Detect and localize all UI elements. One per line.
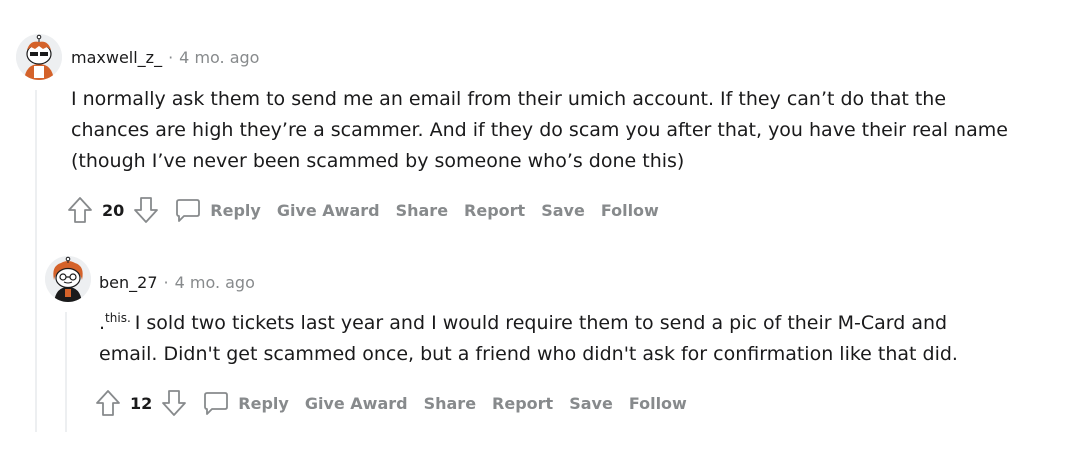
give-award-button[interactable]: Give Award <box>297 387 416 419</box>
meta-separator: · <box>163 273 169 292</box>
thread-line-2[interactable] <box>65 312 67 432</box>
comment-body: I normally ask them to send me an email … <box>71 84 1008 177</box>
give-award-button[interactable]: Give Award <box>269 194 388 226</box>
username[interactable]: ben_27 <box>99 273 158 292</box>
report-button[interactable]: Report <box>456 194 533 226</box>
vote-score: 20 <box>102 200 125 220</box>
comment-body-line: email. Didn't get scammed once, but a fr… <box>99 343 958 365</box>
follow-button[interactable]: Follow <box>593 194 667 226</box>
comment-actions: 20 Reply Give Award Share Report Save Fo… <box>66 193 667 227</box>
avatar-maxwell[interactable] <box>16 34 62 80</box>
upvote-icon[interactable] <box>66 195 94 225</box>
comment-meta: maxwell_z_ · 4 mo. ago <box>71 48 259 68</box>
comment-body-line: (though I’ve never been scammed by someo… <box>71 150 685 172</box>
reply-label: Reply <box>238 393 289 413</box>
comment-age[interactable]: 4 mo. ago <box>175 273 255 292</box>
avatar-ben[interactable] <box>45 256 91 302</box>
comment-age[interactable]: 4 mo. ago <box>179 48 259 67</box>
comment-actions: 12 Reply Give Award Share Report Save Fo… <box>94 386 695 420</box>
save-button[interactable]: Save <box>561 387 621 419</box>
comment-body-line: .this. I sold two tickets last year and I… <box>99 308 958 339</box>
snoo-avatar-icon <box>16 34 62 80</box>
comment-body-line: chances are high they’re a scammer. And … <box>71 119 1008 141</box>
share-button[interactable]: Share <box>388 194 456 226</box>
comment-body-line: I normally ask them to send me an email … <box>71 88 947 110</box>
username[interactable]: maxwell_z_ <box>71 48 162 67</box>
snoo-avatar-icon <box>45 256 91 302</box>
save-button[interactable]: Save <box>533 194 593 226</box>
report-button[interactable]: Report <box>484 387 561 419</box>
upvote-icon[interactable] <box>94 388 122 418</box>
thread-line-1[interactable] <box>35 90 37 432</box>
downvote-icon[interactable] <box>160 388 188 418</box>
reply-button[interactable]: Reply <box>194 387 297 419</box>
meta-separator: · <box>168 48 174 67</box>
reply-label: Reply <box>210 200 261 220</box>
comment-bubble-icon <box>174 196 202 224</box>
body-superscript: this. <box>105 310 131 325</box>
reply-button[interactable]: Reply <box>166 194 269 226</box>
share-button[interactable]: Share <box>416 387 484 419</box>
vote-score: 12 <box>130 393 153 413</box>
comment-meta: ben_27 · 4 mo. ago <box>99 273 255 293</box>
downvote-icon[interactable] <box>132 195 160 225</box>
comment-body: .this. I sold two tickets last year and I… <box>99 308 958 370</box>
follow-button[interactable]: Follow <box>621 387 695 419</box>
comment-body-text: I sold two tickets last year and I would… <box>134 312 948 334</box>
comment-bubble-icon <box>202 389 230 417</box>
